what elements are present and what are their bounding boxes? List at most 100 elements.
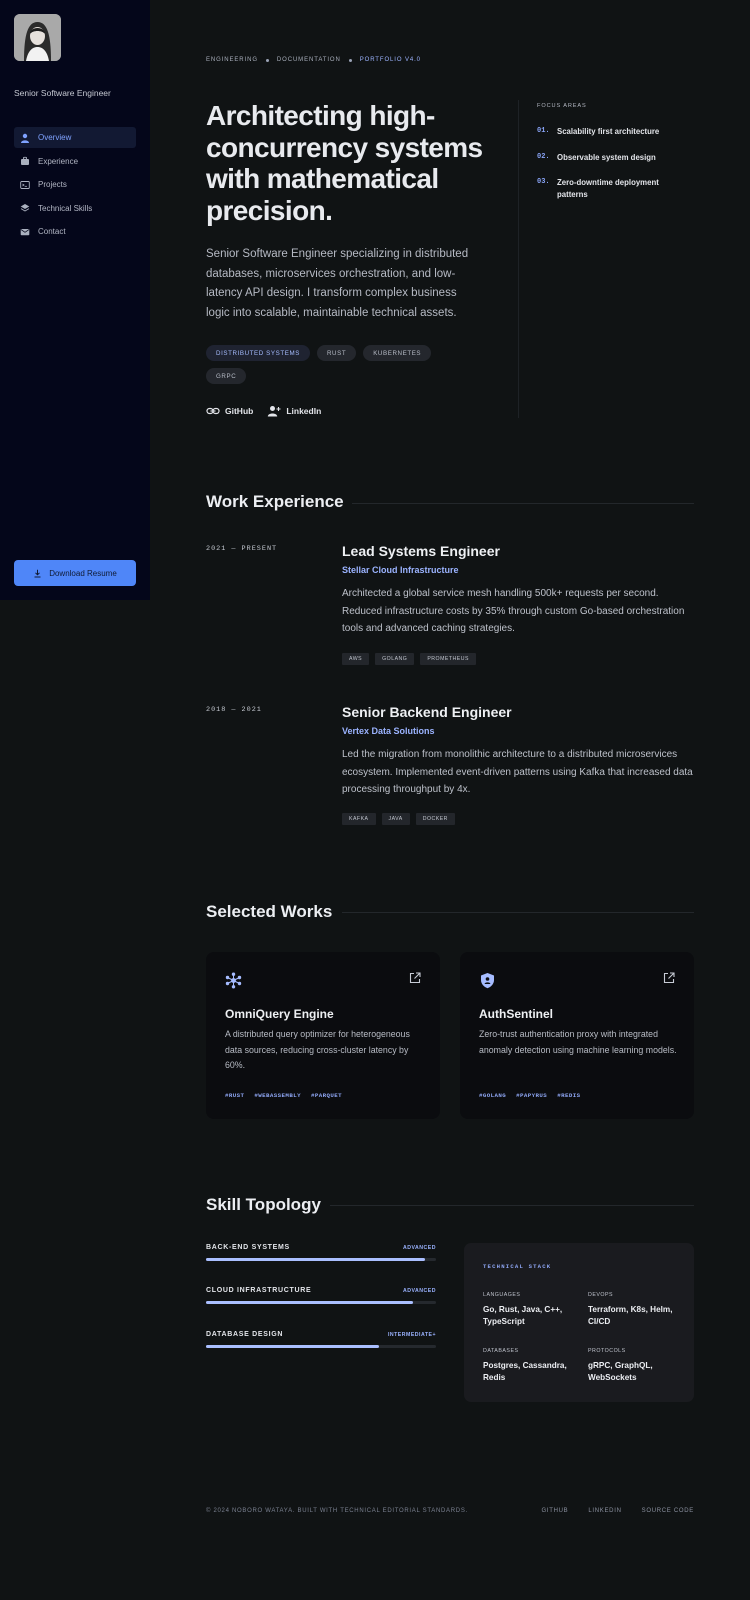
focus-item: 03. Zero-downtime deployment patterns	[537, 177, 687, 200]
stack-value: Terraform, K8s, Helm, CI/CD	[588, 1305, 673, 1326]
skill-fill	[206, 1345, 379, 1348]
sidebar-item-overview[interactable]: Overview	[14, 127, 136, 148]
job-title: Senior Backend Engineer	[342, 704, 512, 720]
sidebar-role: Senior Software Engineer	[14, 88, 111, 98]
stack-cell: PROTOCOLS gRPC, GraphQL, WebSockets	[588, 1348, 683, 1383]
chip: DOCKER	[415, 813, 455, 825]
job-title: Lead Systems Engineer	[342, 543, 500, 559]
sidebar: Senior Software Engineer Overview Experi…	[0, 0, 150, 600]
focus-item-label: Scalability first architecture	[557, 127, 660, 136]
stack-label: DATABASES	[483, 1348, 519, 1354]
skill-level: ADVANCED	[402, 1287, 436, 1294]
tag: GRPC	[206, 368, 247, 384]
project-title: OmniQuery Engine	[225, 1007, 334, 1021]
stack-label: DEVOPS	[588, 1292, 614, 1298]
breadcrumb: ENGINEERING DOCUMENTATION PORTFOLIO V4.0	[206, 57, 421, 63]
download-icon	[34, 569, 41, 577]
sidebar-item-contact[interactable]: Contact	[14, 221, 136, 242]
breadcrumb-separator	[348, 58, 352, 62]
github-link-label: GitHub	[225, 406, 254, 416]
sidebar-item-projects[interactable]: Projects	[14, 174, 136, 195]
breadcrumb-item[interactable]: ENGINEERING	[206, 57, 258, 63]
section-divider	[330, 1205, 694, 1206]
project-tag: #PAPYRUS	[516, 1092, 548, 1099]
project-tags: #RUST #WEBASSEMBLY #PARQUET	[225, 1092, 342, 1099]
sidebar-item-label: Technical Skills	[38, 203, 93, 213]
person-add-icon	[268, 406, 281, 417]
hero-tags: DISTRIBUTED SYSTEMS RUST KUBERNETES GRPC	[206, 345, 456, 384]
skill-topology-heading: Skill Topology	[206, 1195, 321, 1214]
shield-icon	[481, 973, 494, 989]
project-tag: #RUST	[225, 1092, 245, 1099]
stack-value: gRPC, GraphQL, WebSockets	[588, 1361, 653, 1382]
hero-title: Architecting high-concurrency systems wi…	[206, 100, 483, 226]
project-card[interactable]: AuthSentinel Zero-trust authentication p…	[460, 952, 694, 1119]
job-date: 2021 — PRESENT	[206, 545, 278, 553]
footer-link-github[interactable]: GITHUB	[541, 1508, 568, 1514]
sidebar-item-label: Projects	[38, 180, 67, 189]
work-experience-heading: Work Experience	[206, 492, 344, 511]
breadcrumb-item[interactable]: DOCUMENTATION	[277, 57, 341, 63]
linkedin-link[interactable]: LinkedIn	[267, 404, 321, 418]
sidebar-item-experience[interactable]: Experience	[14, 151, 136, 172]
sidebar-item-technical-skills[interactable]: Technical Skills	[14, 198, 136, 219]
skill-name: CLOUD INFRASTRUCTURE	[206, 1287, 312, 1294]
project-tag: #WEBASSEMBLY	[254, 1092, 301, 1099]
avatar[interactable]	[14, 14, 61, 61]
link-icon	[206, 407, 220, 415]
skill-name: DATABASE DESIGN	[206, 1331, 284, 1338]
focus-item: 01. Scalability first architecture	[537, 126, 687, 138]
footer-link-source-code[interactable]: SOURCE CODE	[642, 1508, 694, 1514]
project-tag: #REDIS	[557, 1092, 581, 1099]
focus-item-label: Zero-downtime deployment patterns	[557, 178, 659, 199]
chip: AWS	[342, 653, 370, 665]
project-tag: #PARQUET	[310, 1092, 342, 1099]
stack-cell: DATABASES Postgres, Cassandra, Redis	[483, 1348, 578, 1383]
sidebar-item-label: Experience	[38, 156, 79, 166]
focus-item-number: 03.	[537, 178, 550, 186]
project-card[interactable]: OmniQuery Engine A distributed query opt…	[206, 952, 440, 1119]
job-chips: AWS GOLANG PROMETHEUS	[342, 653, 476, 665]
terminal-icon	[20, 180, 30, 189]
skill-level: INTERMEDIATE+	[387, 1331, 436, 1338]
project-description: Zero-trust authentication proxy with int…	[479, 1029, 677, 1055]
stack-cell: DEVOPS Terraform, K8s, Helm, CI/CD	[588, 1292, 683, 1327]
job-date: 2018 — 2021	[206, 706, 262, 714]
footer-link-linkedin[interactable]: LINKEDIN	[588, 1508, 621, 1514]
external-link-icon[interactable]	[409, 972, 421, 984]
skill-track	[206, 1258, 436, 1261]
hero-description: Senior Software Engineer specializing in…	[206, 248, 469, 319]
download-resume-button[interactable]: Download Resume	[14, 560, 136, 586]
technical-stack-panel: TECHNICAL STACK LANGUAGES Go, Rust, Java…	[464, 1243, 694, 1402]
stack-cell: LANGUAGES Go, Rust, Java, C++, TypeScrip…	[483, 1292, 578, 1327]
focus-item-number: 02.	[537, 152, 550, 161]
tag: RUST	[316, 345, 357, 361]
skill-fill	[206, 1258, 425, 1261]
selected-works-heading: Selected Works	[206, 902, 333, 921]
breadcrumb-current: PORTFOLIO V4.0	[359, 57, 421, 63]
skill-fill	[206, 1301, 413, 1304]
focus-item: 02. Observable system design	[537, 152, 687, 164]
github-link[interactable]: GitHub	[206, 404, 253, 418]
focus-areas-list: 01. Scalability first architecture 02. O…	[537, 126, 687, 214]
skill-name: BACK-END SYSTEMS	[206, 1244, 290, 1251]
skill-bar: BACK-END SYSTEMS ADVANCED	[206, 1244, 436, 1261]
job-chips: KAFKA JAVA DOCKER	[342, 813, 455, 825]
job-description: Architected a global service mesh handli…	[342, 588, 685, 634]
footer-links: GITHUB LINKEDIN SOURCE CODE	[541, 1508, 694, 1514]
linkedin-link-label: LinkedIn	[286, 406, 322, 416]
chip: GOLANG	[375, 653, 415, 665]
job-company: Stellar Cloud Infrastructure	[342, 565, 459, 575]
stack-value: Go, Rust, Java, C++, TypeScript	[483, 1305, 563, 1326]
skill-bar: DATABASE DESIGN INTERMEDIATE+	[206, 1331, 436, 1348]
person-icon	[21, 133, 29, 143]
download-resume-label: Download Resume	[49, 568, 117, 578]
breadcrumb-separator	[265, 58, 269, 62]
external-link-icon[interactable]	[663, 972, 675, 984]
footer-copyright: © 2024 NOBORO WATAYA. BUILT WITH TECHNIC…	[206, 1508, 468, 1514]
focus-item-label: Observable system design	[557, 152, 656, 162]
focus-areas-heading: FOCUS AREAS	[537, 103, 587, 109]
sidebar-nav: Overview Experience Projects Technical S…	[14, 127, 136, 245]
skill-track	[206, 1345, 436, 1348]
sidebar-item-label: Overview	[38, 133, 72, 142]
